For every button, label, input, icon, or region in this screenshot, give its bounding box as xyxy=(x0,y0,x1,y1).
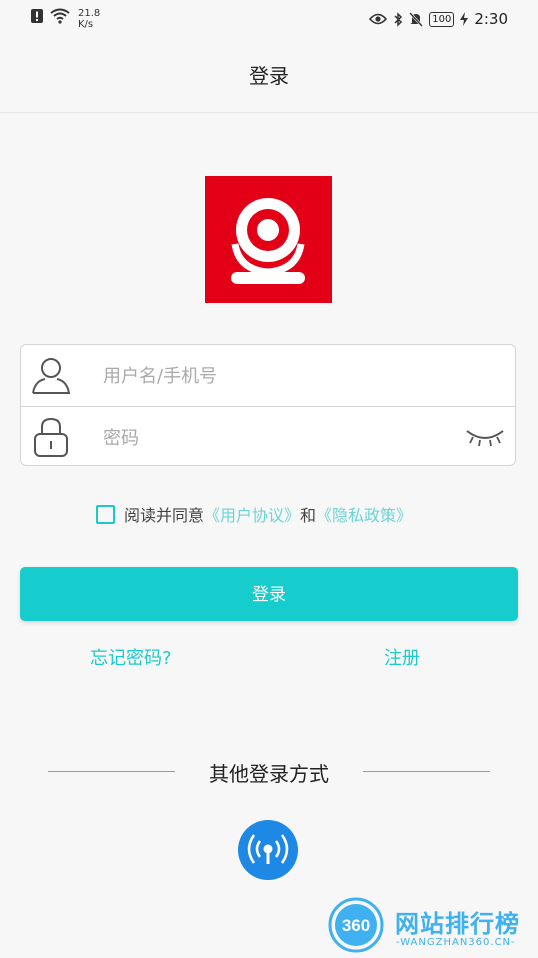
agreement-and: 和 xyxy=(300,506,317,525)
watermark-url: -WANGZHAN360.CN- xyxy=(396,937,516,948)
eye-icon xyxy=(369,13,388,25)
camera-logo-icon xyxy=(231,198,305,284)
speed-value: 21.8 xyxy=(78,8,101,19)
bell-off-icon xyxy=(409,11,424,27)
charging-icon xyxy=(460,12,469,26)
agreement-row: 阅读并同意 《用户协议》 和 《隐私政策》 xyxy=(96,502,412,526)
watermark-number: 360 xyxy=(342,916,370,935)
username-input[interactable] xyxy=(101,359,465,393)
status-right: 100 2:30 xyxy=(369,10,508,28)
wifi-icon xyxy=(50,8,70,24)
battery-indicator: 100 xyxy=(429,11,455,27)
network-speed: 21.8 K/s xyxy=(78,8,100,30)
status-bar: 21.8 K/s 100 2:30 xyxy=(0,0,538,40)
app-header: 登录 xyxy=(0,40,538,113)
login-button[interactable]: 登录 xyxy=(20,567,518,621)
agreement-checkbox[interactable] xyxy=(96,504,115,524)
forgot-password-link[interactable]: 忘记密码? xyxy=(90,644,172,670)
status-left: 21.8 K/s xyxy=(30,8,100,30)
login-form xyxy=(20,344,516,466)
privacy-policy-link[interactable]: 《隐私政策》 xyxy=(316,502,412,526)
app-logo xyxy=(205,176,332,303)
speed-unit: K/s xyxy=(78,19,94,30)
page-title: 登录 xyxy=(249,64,289,88)
username-row xyxy=(21,345,515,406)
bluetooth-icon xyxy=(394,11,403,27)
other-login-title: 其他登录方式 xyxy=(209,762,329,786)
watermark-brand: 网站排行榜 xyxy=(395,910,520,938)
user-agreement-link[interactable]: 《用户协议》 xyxy=(204,502,300,526)
password-input[interactable] xyxy=(101,421,465,455)
register-link[interactable]: 注册 xyxy=(384,644,420,670)
other-login-button[interactable] xyxy=(238,820,298,880)
password-row xyxy=(21,406,515,468)
user-icon xyxy=(32,358,71,394)
watermark-logo-icon: 360 xyxy=(328,897,384,953)
eye-closed-icon[interactable] xyxy=(465,427,505,449)
alert-icon xyxy=(31,9,43,23)
agreement-prefix: 阅读并同意 xyxy=(124,506,205,525)
hotspot-icon xyxy=(247,834,289,864)
clock: 2:30 xyxy=(474,10,508,28)
lock-icon xyxy=(34,417,68,457)
